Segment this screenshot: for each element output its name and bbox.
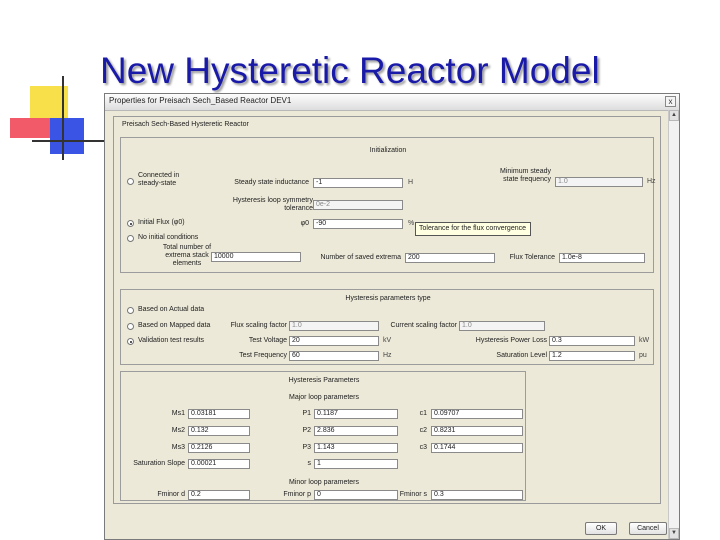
saturation-level-unit: pu xyxy=(639,352,647,359)
steady-inductance-input[interactable]: -1 xyxy=(313,178,403,188)
phi0-unit: % xyxy=(408,220,415,227)
ms3-input[interactable]: 0.2126 xyxy=(188,443,250,453)
test-freq-label: Test Frequency xyxy=(239,352,287,359)
minor-loop-header: Minor loop parameters xyxy=(288,479,360,486)
initialization-panel: Initialization Connected in steady-state… xyxy=(120,137,656,273)
fminor-p-input[interactable]: 0 xyxy=(314,490,398,500)
radio-initial-flux[interactable] xyxy=(127,220,134,227)
ms1-input[interactable]: 0.03181 xyxy=(188,409,250,419)
ms3-label: Ms3 xyxy=(171,444,185,451)
decor-blue-square xyxy=(50,118,84,154)
phi0-input[interactable]: -90 xyxy=(313,219,403,229)
hyst-power-loss-label: Hysteresis Power Loss xyxy=(475,337,547,344)
steady-inductance-unit: H xyxy=(408,179,414,186)
test-freq-input[interactable]: 60 xyxy=(289,351,379,361)
p1-input[interactable]: 0.1187 xyxy=(314,409,398,419)
symmetry-tolerance-input[interactable]: 0e-2 xyxy=(313,200,403,210)
c1-input[interactable]: 0.09707 xyxy=(431,409,523,419)
radio-connected-label: Connected in steady-state xyxy=(138,172,180,187)
current-scaling-input[interactable]: 1.0 xyxy=(459,321,545,331)
radio-connected-steady[interactable] xyxy=(127,178,134,185)
hyst-power-loss-input[interactable]: 0.3 xyxy=(549,336,635,346)
p1-label: P1 xyxy=(302,410,311,417)
sat-slope-input[interactable]: 0.00021 xyxy=(188,459,250,469)
radio-mapped-data[interactable] xyxy=(127,323,134,330)
fminor-s-label: Fminor s xyxy=(399,491,427,498)
total-stack-label: Total number of extrema stack elements xyxy=(162,244,212,267)
flux-convergence-tooltip: Tolerance for the flux convergence xyxy=(415,222,531,236)
fminor-p-label: Fminor p xyxy=(283,491,311,498)
decor-vertical-line xyxy=(62,76,64,160)
close-button[interactable]: x xyxy=(665,96,676,107)
p2-label: P2 xyxy=(302,427,311,434)
sat-slope-label: Saturation Slope xyxy=(133,460,185,467)
symmetry-tolerance-label: Hysteresis loop symmetry tolerance xyxy=(232,197,313,212)
current-scaling-label: Current scaling factor xyxy=(390,322,457,329)
hyst-type-header: Hysteresis parameters type xyxy=(345,295,431,302)
c1-label: c1 xyxy=(419,410,427,417)
saved-extrema-label: Number of saved extrema xyxy=(320,254,401,261)
phi0-label: φ0 xyxy=(300,220,309,227)
dialog-titlebar[interactable]: Properties for Preisach Sech_Based React… xyxy=(105,94,679,111)
min-freq-label: Minimum steady state frequency xyxy=(500,168,551,183)
hyst-params-header: Hysteresis Parameters xyxy=(288,377,360,384)
vertical-scrollbar[interactable]: ▲ ▼ xyxy=(668,110,679,539)
s-input[interactable]: 1 xyxy=(314,459,398,469)
ms2-input[interactable]: 0.132 xyxy=(188,426,250,436)
p3-input[interactable]: 1.143 xyxy=(314,443,398,453)
hyst-power-loss-unit: kW xyxy=(639,337,650,344)
radio-validation-label: Validation test results xyxy=(138,337,205,344)
radio-mapped-label: Based on Mapped data xyxy=(138,322,211,329)
radio-validation[interactable] xyxy=(127,338,134,345)
flux-tolerance-input[interactable]: 1.0e-8 xyxy=(559,253,645,263)
radio-no-initial[interactable] xyxy=(127,235,134,242)
fminor-s-input[interactable]: 0.3 xyxy=(431,490,523,500)
scroll-down-arrow-icon[interactable]: ▼ xyxy=(669,528,679,539)
radio-initial-flux-label: Initial Flux (φ0) xyxy=(138,219,185,226)
ms1-label: Ms1 xyxy=(171,410,185,417)
hyst-params-panel: Hysteresis Parameters Major loop paramet… xyxy=(120,371,526,501)
flux-tolerance-label: Flux Tolerance xyxy=(509,254,555,261)
flux-scaling-label: Flux scaling factor xyxy=(230,322,287,329)
c3-label: c3 xyxy=(419,444,427,451)
group-title: Preisach Sech-Based Hysteretic Reactor xyxy=(122,121,249,128)
test-freq-unit: Hz xyxy=(383,352,392,359)
decor-horizontal-line xyxy=(32,140,108,142)
properties-dialog: Properties for Preisach Sech_Based React… xyxy=(104,93,680,540)
test-voltage-label: Test Voltage xyxy=(248,337,287,344)
fminor-d-label: Fminor d xyxy=(157,491,185,498)
scroll-up-arrow-icon[interactable]: ▲ xyxy=(669,110,679,121)
p3-label: P3 xyxy=(302,444,311,451)
c2-input[interactable]: 0.8231 xyxy=(431,426,523,436)
saturation-level-input[interactable]: 1.2 xyxy=(549,351,635,361)
ok-button[interactable]: OK xyxy=(585,522,617,535)
test-voltage-input[interactable]: 20 xyxy=(289,336,379,346)
steady-inductance-label: Steady state inductance xyxy=(234,179,309,186)
dialog-title: Properties for Preisach Sech_Based React… xyxy=(109,96,292,105)
s-label: s xyxy=(307,460,312,467)
radio-actual-data[interactable] xyxy=(127,307,134,314)
major-loop-header: Major loop parameters xyxy=(288,394,360,401)
total-stack-input[interactable]: 10000 xyxy=(211,252,301,262)
radio-no-initial-label: No initial conditions xyxy=(138,234,199,241)
flux-scaling-input[interactable]: 1.0 xyxy=(289,321,379,331)
ms2-label: Ms2 xyxy=(171,427,185,434)
initialization-header: Initialization xyxy=(369,147,407,154)
radio-actual-label: Based on Actual data xyxy=(138,306,205,313)
c3-input[interactable]: 0.1744 xyxy=(431,443,523,453)
reactor-group: Preisach Sech-Based Hysteretic Reactor I… xyxy=(113,116,661,504)
cancel-button[interactable]: Cancel xyxy=(629,522,667,535)
test-voltage-unit: kV xyxy=(383,337,392,344)
fminor-d-input[interactable]: 0.2 xyxy=(188,490,250,500)
slide-title: New Hysteretic Reactor Model xyxy=(100,50,600,91)
hyst-type-panel: Hysteresis parameters type Based on Actu… xyxy=(120,289,654,365)
c2-label: c2 xyxy=(419,427,427,434)
p2-input[interactable]: 2.836 xyxy=(314,426,398,436)
saturation-level-label: Saturation Level xyxy=(496,352,547,359)
min-freq-unit: Hz xyxy=(647,178,656,185)
min-freq-input[interactable]: 1.0 xyxy=(555,177,643,187)
